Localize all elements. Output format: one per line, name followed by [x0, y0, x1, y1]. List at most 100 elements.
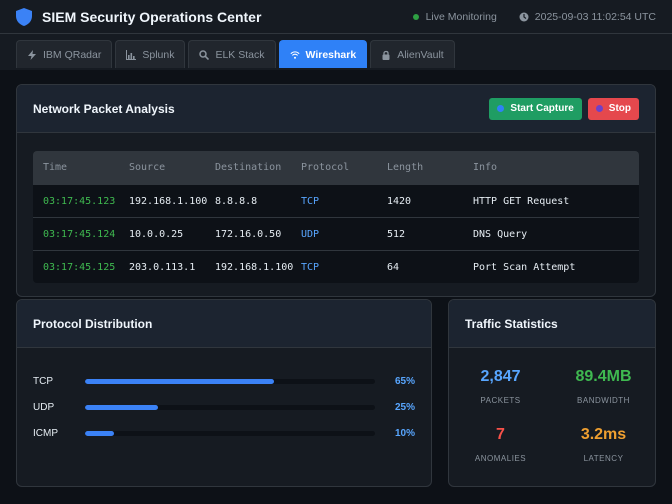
- column-header[interactable]: Protocol: [291, 162, 377, 173]
- time-cell: 03:17:45.124: [43, 228, 116, 240]
- stat-label: ANOMALIES: [474, 454, 527, 463]
- distribution-row-tcp: TCP 65%: [33, 368, 415, 394]
- tab-splunk[interactable]: Splunk: [115, 40, 186, 68]
- packet-analysis-panel: Network Packet Analysis Start Capture St…: [16, 84, 656, 297]
- stat-value: 89.4MB: [575, 368, 632, 385]
- table-header-row: Time Source Destination Protocol Length …: [33, 151, 639, 184]
- column-header[interactable]: Destination: [205, 162, 291, 173]
- timestamp: 2025-09-03 11:02:54 UTC: [534, 10, 656, 23]
- bolt-icon: [28, 49, 36, 60]
- packet-panel-title: Network Packet Analysis: [33, 101, 175, 116]
- tab-ibm-qradar[interactable]: IBM QRadar: [16, 40, 113, 68]
- top-bar: SIEM Security Operations Center Live Mon…: [0, 0, 672, 34]
- protocol-label: ICMP: [33, 427, 58, 439]
- source-cell: 203.0.113.1: [129, 261, 196, 273]
- live-status: Live Monitoring: [412, 10, 497, 23]
- distribution-panel-header: Protocol Distribution: [17, 300, 431, 348]
- table-row[interactable]: 03:17:45.123 192.168.1.100 8.8.8.8 TCP 1…: [33, 184, 639, 217]
- clock: 2025-09-03 11:02:54 UTC: [519, 11, 656, 23]
- table-row[interactable]: 03:17:45.124 10.0.0.25 172.16.0.50 UDP 5…: [33, 217, 639, 250]
- source-cell: 192.168.1.100: [129, 195, 208, 207]
- percent-value: 10%: [394, 427, 415, 439]
- stat-label: LATENCY: [583, 454, 624, 463]
- percent-value: 25%: [394, 401, 415, 413]
- tab-bar: IBM QRadar Splunk ELK Stack Wireshark Al…: [0, 34, 672, 70]
- column-header[interactable]: Info: [463, 162, 639, 173]
- stat-value: 7: [496, 426, 505, 443]
- tab-label: IBM QRadar: [43, 48, 102, 61]
- protocol-distribution-panel: Protocol Distribution TCP 65% UDP 25% IC…: [16, 299, 432, 487]
- stat-label: PACKETS: [480, 396, 521, 405]
- stop-label: Stop: [608, 103, 631, 114]
- stat-value: 2,847: [480, 368, 521, 385]
- percent-value: 65%: [394, 375, 415, 387]
- length-cell: 64: [387, 261, 400, 273]
- start-capture-button[interactable]: Start Capture: [489, 97, 582, 120]
- app-title: SIEM Security Operations Center: [42, 8, 262, 25]
- shield-icon: [16, 7, 32, 26]
- protocol-cell: TCP: [301, 195, 320, 207]
- column-header[interactable]: Time: [33, 162, 119, 173]
- live-status-label: Live Monitoring: [425, 10, 497, 23]
- distribution-row-icmp: ICMP 10%: [33, 420, 415, 446]
- record-icon: [497, 105, 505, 112]
- stat-anomalies: 7 ANOMALIES: [449, 422, 552, 480]
- tab-alienvault[interactable]: AlienVault: [370, 40, 455, 68]
- column-header[interactable]: Length: [377, 162, 463, 173]
- table-row[interactable]: 03:17:45.125 203.0.113.1 192.168.1.100 T…: [33, 250, 639, 283]
- distribution-row-udp: UDP 25%: [33, 394, 415, 420]
- destination-cell: 172.16.0.50: [215, 228, 282, 240]
- protocol-cell: UDP: [301, 228, 320, 240]
- progress-track: [85, 430, 375, 436]
- brand: SIEM Security Operations Center: [16, 7, 262, 26]
- stat-label: BANDWIDTH: [577, 396, 630, 405]
- progress-fill: [85, 378, 274, 384]
- source-cell: 10.0.0.25: [129, 228, 184, 240]
- tab-label: ELK Stack: [215, 48, 265, 61]
- length-cell: 512: [387, 228, 406, 240]
- capture-controls: Start Capture Stop: [489, 97, 639, 120]
- length-cell: 1420: [387, 195, 412, 207]
- search-icon: [199, 49, 210, 60]
- column-header[interactable]: Source: [119, 162, 205, 173]
- progress-track: [85, 378, 375, 384]
- stat-value: 3.2ms: [580, 426, 627, 443]
- stop-icon: [595, 105, 603, 112]
- clock-icon: [519, 12, 529, 21]
- info-cell: HTTP GET Request: [473, 195, 570, 207]
- stat-latency: 3.2ms LATENCY: [552, 422, 655, 480]
- live-dot-icon: [412, 13, 419, 20]
- packet-table: Time Source Destination Protocol Length …: [33, 151, 639, 283]
- status-area: Live Monitoring 2025-09-03 11:02:54 UTC: [412, 10, 656, 23]
- stats-grid: 2,847 PACKETS 89.4MB BANDWIDTH 7 ANOMALI…: [449, 348, 655, 480]
- wifi-icon: [289, 50, 300, 59]
- traffic-panel-header: Traffic Statistics: [449, 300, 655, 348]
- progress-fill: [85, 404, 158, 410]
- protocol-label: TCP: [33, 375, 53, 387]
- stop-button[interactable]: Stop: [587, 97, 639, 120]
- info-cell: DNS Query: [473, 228, 528, 240]
- destination-cell: 192.168.1.100: [215, 261, 294, 273]
- tab-label: AlienVault: [397, 48, 444, 61]
- protocol-label: UDP: [33, 401, 55, 413]
- packet-panel-header: Network Packet Analysis Start Capture St…: [17, 85, 655, 133]
- progress-fill: [85, 430, 114, 436]
- info-cell: Port Scan Attempt: [473, 261, 576, 273]
- stat-packets: 2,847 PACKETS: [449, 364, 552, 422]
- tab-elk-stack[interactable]: ELK Stack: [188, 40, 276, 68]
- traffic-statistics-panel: Traffic Statistics 2,847 PACKETS 89.4MB …: [448, 299, 656, 487]
- traffic-panel-title: Traffic Statistics: [465, 316, 558, 331]
- lock-icon: [382, 50, 390, 60]
- time-cell: 03:17:45.125: [43, 261, 116, 273]
- distribution-list: TCP 65% UDP 25% ICMP 10%: [17, 348, 431, 446]
- start-capture-label: Start Capture: [510, 103, 574, 114]
- tab-label: Wireshark: [305, 48, 357, 61]
- tab-wireshark[interactable]: Wireshark: [278, 40, 368, 68]
- protocol-cell: TCP: [301, 261, 320, 273]
- distribution-panel-title: Protocol Distribution: [33, 316, 153, 331]
- progress-track: [85, 404, 375, 410]
- time-cell: 03:17:45.123: [43, 195, 116, 207]
- stat-bandwidth: 89.4MB BANDWIDTH: [552, 364, 655, 422]
- chart-icon: [126, 49, 137, 60]
- destination-cell: 8.8.8.8: [215, 195, 258, 207]
